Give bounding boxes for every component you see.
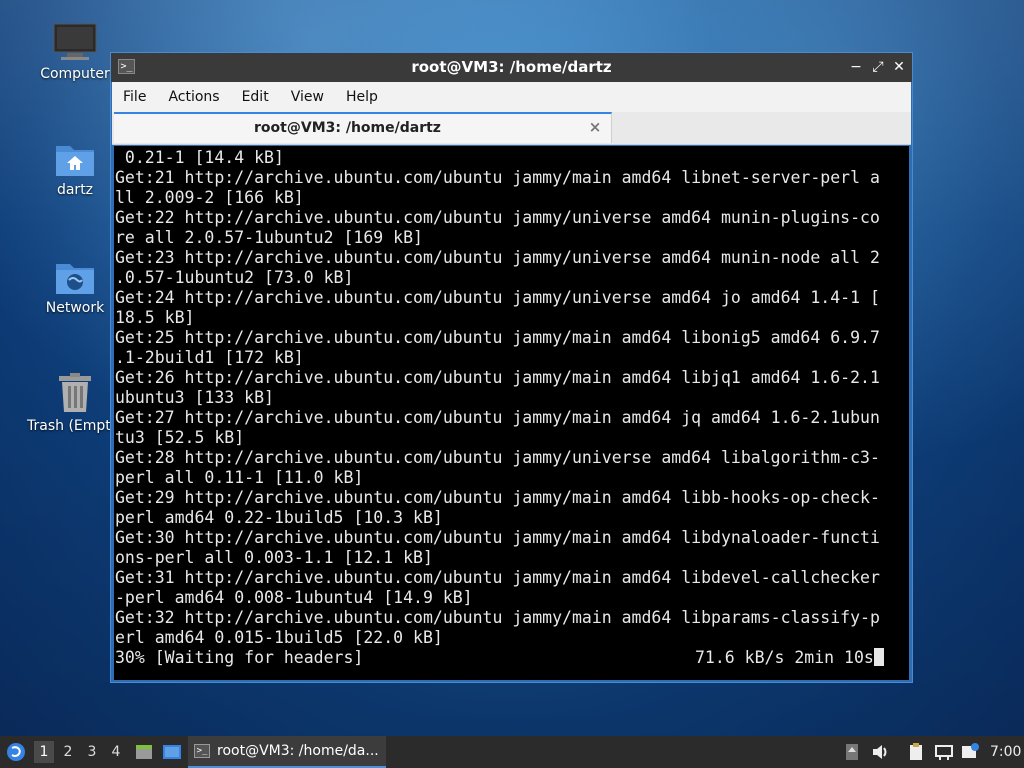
show-desktop-icon[interactable] xyxy=(162,742,182,762)
network-tray-icon[interactable] xyxy=(934,742,954,762)
desktop-icon-label: Trash (Empty) xyxy=(27,418,125,434)
terminal-text: 0.21-1 [14.4 kB] Get:21 http://archive.ub… xyxy=(115,148,895,668)
menu-help[interactable]: Help xyxy=(335,82,389,112)
terminal-line: Get:24 http://archive.ubuntu.com/ubuntu … xyxy=(115,288,880,307)
terminal-line: ons-perl all 0.003-1.1 [12.1 kB] xyxy=(115,548,433,567)
terminal-progress-line: 30% [Waiting for headers] 71.6 kB/s 2min … xyxy=(115,648,895,668)
tab-terminal[interactable]: root@VM3: /home/dartz × xyxy=(114,112,612,143)
clock[interactable]: 7:00 xyxy=(990,736,1021,768)
terminal-line: Get:25 http://archive.ubuntu.com/ubuntu … xyxy=(115,328,880,347)
notification-icon[interactable] xyxy=(960,742,980,762)
menu-file[interactable]: File xyxy=(112,82,157,112)
terminal-line: Get:27 http://archive.ubuntu.com/ubuntu … xyxy=(115,408,880,427)
workspace-1[interactable]: 1 xyxy=(34,741,54,763)
tab-label: root@VM3: /home/dartz xyxy=(254,120,441,136)
tab-bar: root@VM3: /home/dartz × xyxy=(112,112,911,145)
desktop-icon-home-folder[interactable]: dartz xyxy=(27,140,123,198)
terminal-line: perl amd64 0.22-1build5 [10.3 kB] xyxy=(115,508,443,527)
terminal-line: Get:28 http://archive.ubuntu.com/ubuntu … xyxy=(115,448,880,467)
terminal-line: Get:26 http://archive.ubuntu.com/ubuntu … xyxy=(115,368,880,387)
terminal-line: ll 2.009-2 [166 kB] xyxy=(115,188,304,207)
terminal-line: Get:21 http://archive.ubuntu.com/ubuntu … xyxy=(115,168,880,187)
terminal-line: perl all 0.11-1 [11.0 kB] xyxy=(115,468,364,487)
update-tray-icon[interactable] xyxy=(842,742,862,762)
menu-bar: File Actions Edit View Help xyxy=(112,82,911,112)
workspace-3[interactable]: 3 xyxy=(82,741,102,763)
terminal-line: tu3 [52.5 kB] xyxy=(115,428,245,447)
taskbar: 1 2 3 4 >_ root@VM3: /home/da... 7:00 xyxy=(0,736,1024,768)
file-manager-launcher-icon[interactable] xyxy=(134,742,154,762)
progress-status-text: 30% [Waiting for headers] xyxy=(115,648,364,667)
network-folder-icon xyxy=(56,264,94,294)
terminal-line: Get:29 http://archive.ubuntu.com/ubuntu … xyxy=(115,488,880,507)
volume-icon[interactable] xyxy=(870,742,890,762)
terminal-line: .1-2build1 [172 kB] xyxy=(115,348,304,367)
terminal-line: Get:32 http://archive.ubuntu.com/ubuntu … xyxy=(115,608,880,627)
menu-edit[interactable]: Edit xyxy=(231,82,280,112)
taskbar-task-label: root@VM3: /home/da... xyxy=(217,743,379,759)
terminal-window: >_ root@VM3: /home/dartz − ⤢ ✕ File Actio… xyxy=(110,52,913,683)
taskbar-terminal-task[interactable]: >_ root@VM3: /home/da... xyxy=(188,736,386,768)
terminal-task-icon: >_ xyxy=(194,744,210,758)
desktop-icon-label: dartz xyxy=(56,182,94,198)
desktop-icon-network[interactable]: Network xyxy=(27,258,123,316)
terminal-line: ubuntu3 [133 kB] xyxy=(115,388,274,407)
maximize-button[interactable]: ⤢ xyxy=(869,58,887,76)
workspace-4[interactable]: 4 xyxy=(106,741,126,763)
terminal-line: -perl amd64 0.008-1ubuntu4 [14.9 kB] xyxy=(115,588,473,607)
tab-close-icon[interactable]: × xyxy=(587,119,603,135)
terminal-line: 0.21-1 [14.4 kB] xyxy=(115,148,284,167)
terminal-line: Get:31 http://archive.ubuntu.com/ubuntu … xyxy=(115,568,880,587)
menu-view[interactable]: View xyxy=(280,82,335,112)
home-folder-icon xyxy=(56,146,94,176)
terminal-line: erl amd64 0.015-1build5 [22.0 kB] xyxy=(115,628,443,647)
terminal-line: .0.57-1ubuntu2 [73.0 kB] xyxy=(115,268,354,287)
window-title: root@VM3: /home/dartz xyxy=(411,58,612,76)
trash-icon xyxy=(59,373,91,412)
clipboard-icon[interactable] xyxy=(906,742,926,762)
terminal-line: re all 2.0.57-1ubuntu2 [169 kB] xyxy=(115,228,423,247)
menu-actions[interactable]: Actions xyxy=(157,82,230,112)
desktop-icon-trash[interactable]: Trash (Empty) xyxy=(27,372,125,434)
download-speed-text: 71.6 kB/s 2min 10s xyxy=(695,648,874,667)
computer-icon xyxy=(53,23,97,60)
desktop-icon-label: Network xyxy=(45,300,105,316)
window-titlebar[interactable]: >_ root@VM3: /home/dartz − ⤢ ✕ xyxy=(111,53,912,82)
download-speed-eta: 71.6 kB/s 2min 10s xyxy=(695,648,884,668)
close-button[interactable]: ✕ xyxy=(890,58,908,76)
terminal-line: 18.5 kB] xyxy=(115,308,195,327)
terminal-line: Get:23 http://archive.ubuntu.com/ubuntu … xyxy=(115,248,880,267)
terminal-line: Get:22 http://archive.ubuntu.com/ubuntu … xyxy=(115,208,880,227)
workspace-2[interactable]: 2 xyxy=(58,741,78,763)
terminal-cursor xyxy=(873,648,884,666)
desktop-icon-computer[interactable]: Computer xyxy=(27,22,123,82)
start-menu-icon[interactable] xyxy=(6,742,26,762)
terminal-line: Get:30 http://archive.ubuntu.com/ubuntu … xyxy=(115,528,880,547)
minimize-button[interactable]: − xyxy=(847,58,865,76)
desktop-icon-label: Computer xyxy=(40,66,110,82)
terminal-output[interactable]: 0.21-1 [14.4 kB] Get:21 http://archive.ub… xyxy=(114,146,909,680)
